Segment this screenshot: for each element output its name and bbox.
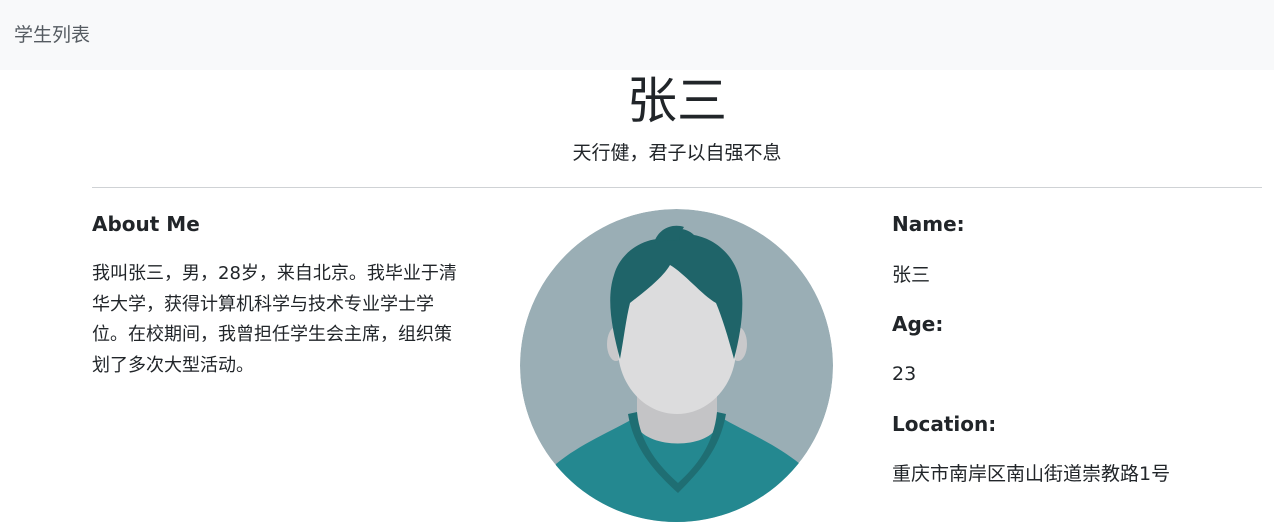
about-heading: About Me xyxy=(92,212,200,236)
location-label: Location: xyxy=(892,412,997,436)
header-divider xyxy=(92,187,1262,188)
name-value: 张三 xyxy=(892,264,931,286)
name-label: Name: xyxy=(892,212,965,236)
location-value: 重庆市南岸区南山街道崇教路1号 xyxy=(892,463,1171,485)
navbar-brand-link[interactable]: 学生列表 xyxy=(14,22,90,48)
user-avatar-icon xyxy=(520,209,833,522)
navbar: 学生列表 xyxy=(0,0,1274,70)
about-text: 我叫张三，男，28岁，来自北京。我毕业于清华大学，获得计算机科学与技术专业学士学… xyxy=(92,263,457,376)
age-value: 23 xyxy=(892,363,917,385)
age-label: Age: xyxy=(892,312,944,336)
profile-name: 张三 xyxy=(627,72,727,130)
profile-motto: 天行健，君子以自强不息 xyxy=(572,142,782,164)
